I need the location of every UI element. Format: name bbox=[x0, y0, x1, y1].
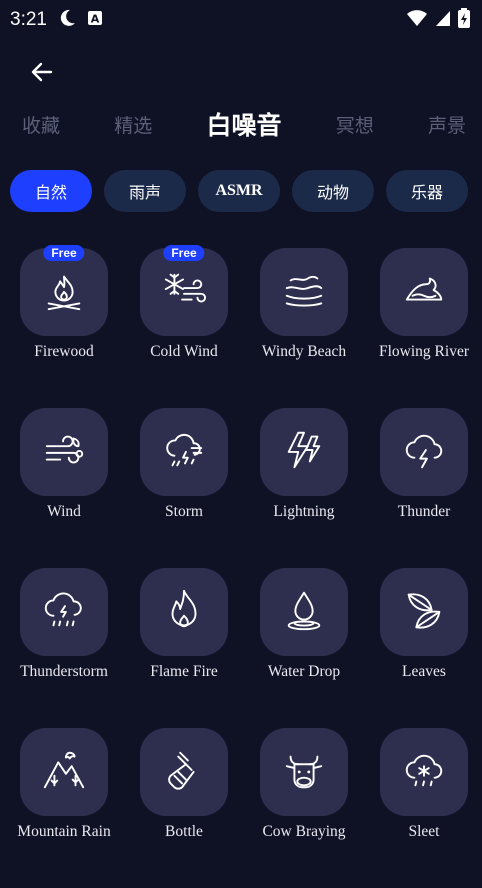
sound-item[interactable]: Lightning bbox=[244, 408, 364, 568]
sound-tile[interactable] bbox=[140, 568, 228, 656]
sound-label: Mountain Rain bbox=[17, 823, 111, 840]
storm-icon bbox=[161, 427, 207, 477]
sound-label: Firewood bbox=[34, 343, 94, 360]
sound-item[interactable]: Wind bbox=[4, 408, 124, 568]
sound-item[interactable]: Windy Beach bbox=[244, 248, 364, 408]
sound-item[interactable]: Free Cold Wind bbox=[124, 245, 244, 408]
bottle-icon bbox=[161, 747, 207, 797]
river-icon bbox=[401, 267, 447, 317]
sound-label: Cold Wind bbox=[150, 343, 218, 360]
sound-label: Storm bbox=[165, 503, 203, 520]
sound-tile[interactable] bbox=[380, 248, 468, 336]
chip-1[interactable]: 雨声 bbox=[104, 170, 186, 212]
sound-item[interactable]: Thunderstorm bbox=[4, 568, 124, 728]
sound-tile[interactable]: Free bbox=[140, 245, 228, 336]
sound-tile[interactable] bbox=[380, 728, 468, 816]
sound-label: Water Drop bbox=[267, 663, 341, 680]
leaves-icon bbox=[401, 587, 447, 637]
sound-tile[interactable] bbox=[140, 408, 228, 496]
sound-item[interactable]: Thunder bbox=[364, 408, 482, 568]
sound-tile[interactable] bbox=[20, 568, 108, 656]
tab-0[interactable]: 收藏 bbox=[22, 111, 60, 138]
sound-label: Thunderstorm bbox=[20, 663, 108, 680]
free-badge: Free bbox=[43, 245, 85, 261]
keyboard-a-icon: A bbox=[87, 10, 103, 30]
sound-item[interactable]: Free Firewood bbox=[4, 245, 124, 408]
wifi-icon bbox=[406, 9, 428, 31]
mountain-icon bbox=[41, 747, 87, 797]
sound-label: Cow Braying bbox=[262, 823, 346, 840]
campfire-icon bbox=[41, 267, 87, 317]
sound-tile[interactable] bbox=[260, 568, 348, 656]
sound-item[interactable]: Storm bbox=[124, 408, 244, 568]
sound-tile[interactable] bbox=[260, 728, 348, 816]
tab-3[interactable]: 冥想 bbox=[336, 111, 374, 138]
chip-2[interactable]: ASMR bbox=[198, 170, 280, 212]
sound-item[interactable]: Mountain Rain bbox=[4, 728, 124, 888]
sound-label: Thunder bbox=[397, 503, 451, 520]
tab-2[interactable]: 白噪音 bbox=[206, 106, 281, 142]
chip-3[interactable]: 动物 bbox=[292, 170, 374, 212]
moon-icon bbox=[57, 8, 77, 32]
sound-label: Bottle bbox=[165, 823, 203, 840]
sleet-icon bbox=[401, 747, 447, 797]
sound-item[interactable]: Flowing River bbox=[364, 248, 482, 408]
tab-1[interactable]: 精选 bbox=[114, 111, 152, 138]
lightning-icon bbox=[281, 427, 327, 477]
filter-chips: 自然 雨声 ASMR 动物 乐器 bbox=[0, 170, 482, 212]
sound-item[interactable]: Water Drop bbox=[244, 568, 364, 728]
sound-label: Wind bbox=[47, 503, 81, 520]
sound-tile[interactable]: Free bbox=[20, 245, 108, 336]
sound-item[interactable]: Flame Fire bbox=[124, 568, 244, 728]
cow-icon bbox=[281, 747, 327, 797]
sound-tile[interactable] bbox=[380, 568, 468, 656]
top-bar bbox=[0, 40, 482, 104]
status-time: 3:21 bbox=[10, 9, 47, 30]
sound-tile[interactable] bbox=[20, 728, 108, 816]
category-tabs: 收藏 精选 白噪音 冥想 声景 bbox=[0, 104, 482, 144]
sound-label: Flame Fire bbox=[150, 663, 218, 680]
back-button[interactable] bbox=[26, 56, 58, 88]
sound-tile[interactable] bbox=[260, 408, 348, 496]
snow-wind-icon bbox=[161, 267, 207, 317]
thunder-icon bbox=[401, 427, 447, 477]
signal-icon bbox=[434, 9, 452, 31]
chip-4[interactable]: 乐器 bbox=[386, 170, 468, 212]
thunderstorm-icon bbox=[41, 587, 87, 637]
sound-tile[interactable] bbox=[380, 408, 468, 496]
sound-tile[interactable] bbox=[20, 408, 108, 496]
sound-label: Leaves bbox=[402, 663, 446, 680]
sound-item[interactable]: Bottle bbox=[124, 728, 244, 888]
sound-label: Sleet bbox=[408, 823, 440, 840]
sound-label: Flowing River bbox=[379, 343, 469, 360]
battery-icon bbox=[458, 8, 470, 32]
sound-label: Lightning bbox=[273, 503, 335, 520]
water-drop-icon bbox=[281, 587, 327, 637]
sound-grid: Free Firewood Free Cold Wind Windy Beach Flow… bbox=[4, 245, 482, 888]
wind-icon bbox=[41, 427, 87, 477]
sound-tile[interactable] bbox=[260, 248, 348, 336]
chip-0[interactable]: 自然 bbox=[10, 170, 92, 212]
tab-4[interactable]: 声景 bbox=[428, 111, 466, 138]
svg-text:A: A bbox=[91, 13, 100, 26]
sound-tile[interactable] bbox=[140, 728, 228, 816]
flame-icon bbox=[161, 587, 207, 637]
sound-item[interactable]: Sleet bbox=[364, 728, 482, 888]
sound-label: Windy Beach bbox=[261, 343, 347, 360]
arrow-left-icon bbox=[31, 62, 53, 82]
free-badge: Free bbox=[163, 245, 205, 261]
status-bar: 3:21 A bbox=[0, 0, 482, 40]
sound-item[interactable]: Cow Braying bbox=[244, 728, 364, 888]
windy-beach-icon bbox=[281, 267, 327, 317]
sound-item[interactable]: Leaves bbox=[364, 568, 482, 728]
